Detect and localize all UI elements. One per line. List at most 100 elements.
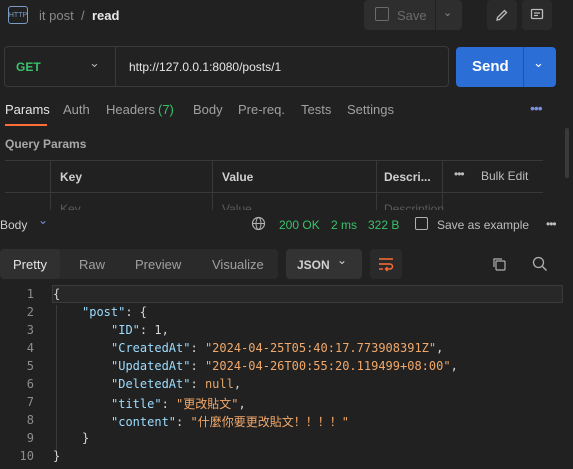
code-line: "post": { — [82, 305, 148, 319]
line-number: 3 — [26, 323, 34, 337]
status-code[interactable]: 200 OK — [279, 218, 320, 232]
query-table: Key Value Descri... ••• Bulk Edit Key Va… — [5, 160, 543, 210]
view-tab-preview[interactable]: Preview — [135, 257, 181, 272]
http-badge-icon: HTTP — [8, 6, 28, 24]
format-select[interactable]: JSON ⌄ — [286, 249, 362, 279]
json-key: "title" — [111, 397, 162, 411]
copy-icon[interactable] — [492, 257, 507, 277]
json-key: "content" — [111, 415, 177, 429]
json-value: 1 — [154, 323, 162, 337]
comment-icon[interactable] — [522, 0, 552, 30]
query-table-border-top — [5, 160, 543, 161]
code-line: "UpdatedAt": "2024-04-26T00:55:20.119499… — [111, 359, 458, 373]
wrap-lines-icon[interactable] — [370, 249, 402, 279]
query-table-border-mid — [5, 192, 543, 193]
save-button[interactable]: Save ⌄ — [364, 0, 462, 30]
search-icon[interactable] — [532, 256, 548, 277]
http-badge-text: HTTP — [8, 11, 28, 19]
tab-params[interactable]: Params — [5, 102, 50, 117]
send-divider — [523, 47, 524, 87]
url-divider — [115, 47, 116, 86]
json-key: "CreatedAt" — [111, 341, 191, 355]
json-key: "ID" — [111, 323, 140, 337]
save-as-example-button[interactable]: Save as example — [437, 218, 529, 232]
view-tab-visualize[interactable]: Visualize — [212, 257, 264, 272]
scrollbar[interactable] — [565, 128, 569, 178]
line-number: 7 — [26, 395, 34, 409]
url-input[interactable]: http://127.0.0.1:8080/posts/1 — [129, 60, 281, 74]
code-line: "DeletedAt": null, — [111, 377, 242, 391]
save-label: Save — [397, 8, 427, 23]
more-tabs-icon[interactable]: ••• — [530, 100, 543, 116]
request-bar: GET ⌄ http://127.0.0.1:8080/posts/1 — [4, 46, 449, 87]
view-tab-raw[interactable]: Raw — [79, 257, 105, 272]
method-chevron-icon[interactable]: ⌄ — [89, 55, 100, 71]
col-desc-header: Descri... — [384, 170, 431, 184]
tab-params-indicator — [5, 124, 47, 126]
code-line: { — [53, 287, 61, 301]
code-line: "content": "什麼你要更改貼文！！！！" — [111, 415, 349, 429]
tab-tests[interactable]: Tests — [301, 102, 331, 117]
col-key-header: Key — [60, 170, 83, 184]
json-key: "UpdatedAt" — [111, 359, 191, 373]
description-input[interactable]: Description — [384, 202, 444, 210]
query-params-title: Query Params — [5, 137, 87, 151]
response-size[interactable]: 322 B — [368, 218, 399, 232]
breadcrumb-separator: / — [81, 8, 85, 23]
line-number: 5 — [26, 359, 34, 373]
method-select[interactable]: GET — [16, 60, 41, 74]
json-value: "更改貼文" — [176, 397, 239, 411]
save-example-icon[interactable] — [415, 217, 428, 230]
response-body-label[interactable]: Body — [0, 218, 27, 232]
send-label: Send — [472, 58, 509, 75]
json-key: "post" — [82, 305, 126, 319]
current-line-highlight — [52, 285, 563, 303]
value-input[interactable]: Value — [222, 202, 252, 210]
line-number: 2 — [26, 305, 34, 319]
line-number: 4 — [26, 341, 34, 355]
save-icon — [375, 7, 389, 21]
code-line: "ID": 1, — [111, 323, 169, 337]
bulk-edit-button[interactable]: Bulk Edit — [481, 169, 528, 183]
view-tabs: Pretty Raw Preview Visualize — [0, 249, 278, 279]
line-number: 6 — [26, 377, 34, 391]
json-value: "2024-04-25T05:40:17.773908391Z" — [204, 341, 437, 355]
code-line: } — [53, 449, 61, 463]
globe-icon[interactable] — [251, 216, 266, 236]
response-more-icon[interactable]: ••• — [546, 217, 557, 231]
code-line: "title": "更改貼文", — [111, 397, 246, 411]
breadcrumb-request[interactable]: read — [92, 8, 119, 23]
send-chevron-icon[interactable]: ⌄ — [533, 55, 544, 71]
breadcrumb-collection[interactable]: it post — [39, 8, 74, 23]
line-number: 9 — [26, 431, 34, 445]
query-table-col1 — [50, 160, 51, 210]
col-value-header: Value — [222, 170, 254, 184]
code-editor[interactable]: 1 2 3 4 5 6 7 8 9 10 { "post": { "ID": 1… — [0, 285, 573, 469]
json-key: "DeletedAt" — [111, 377, 191, 391]
chevron-down-icon[interactable]: ⌄ — [443, 6, 452, 19]
key-input[interactable]: Key — [60, 202, 81, 210]
tab-auth[interactable]: Auth — [63, 102, 90, 117]
indent-guide — [56, 305, 57, 455]
response-chevron-icon[interactable]: ⌄ — [38, 213, 48, 227]
send-button[interactable]: Send ⌄ — [456, 47, 556, 87]
line-number: 10 — [19, 449, 34, 463]
tab-headers-count: (7) — [158, 102, 174, 117]
format-label: JSON — [297, 258, 330, 272]
format-chevron-icon: ⌄ — [337, 253, 348, 267]
tab-settings[interactable]: Settings — [347, 102, 394, 117]
more-options-icon[interactable]: ••• — [454, 167, 465, 181]
tab-headers[interactable]: Headers — [106, 102, 155, 117]
line-number: 1 — [26, 287, 34, 301]
query-table-col3 — [376, 160, 377, 210]
tab-prereq[interactable]: Pre-req. — [238, 102, 285, 117]
line-number: 8 — [26, 413, 34, 427]
tab-body[interactable]: Body — [193, 102, 223, 117]
json-value: null — [204, 377, 234, 391]
code-line: "CreatedAt": "2024-04-25T05:40:17.773908… — [111, 341, 444, 355]
view-tab-pretty-label[interactable]: Pretty — [13, 257, 47, 272]
save-divider — [435, 0, 436, 30]
response-time[interactable]: 2 ms — [331, 218, 357, 232]
query-table-col2 — [212, 160, 213, 210]
edit-icon[interactable] — [487, 0, 517, 30]
